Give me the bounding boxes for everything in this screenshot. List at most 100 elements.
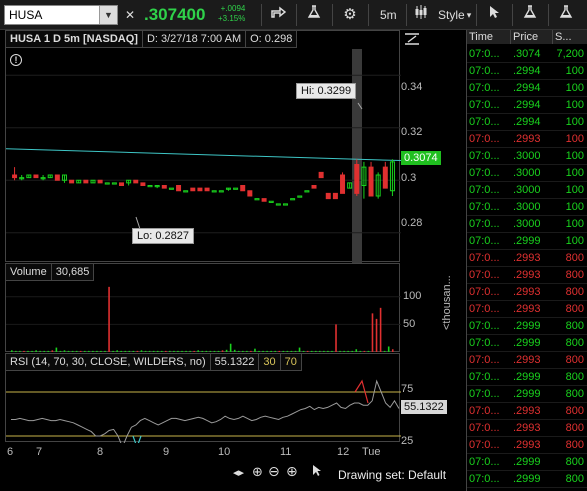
- tns-row[interactable]: 07:0... .2994 100: [467, 80, 587, 97]
- tns-price: .3074: [513, 48, 541, 60]
- tns-row[interactable]: 07:0... .2993 800: [467, 250, 587, 267]
- tns-row[interactable]: 07:0... .2993 800: [467, 267, 587, 284]
- tns-price: .2999: [513, 371, 541, 383]
- flask-icon[interactable]: [554, 5, 578, 25]
- candle-body: [304, 190, 310, 193]
- candle: [126, 179, 132, 186]
- candle-body: [161, 185, 167, 189]
- volume-bar: [233, 349, 236, 352]
- tns-row[interactable]: 07:0... .2999 800: [467, 369, 587, 386]
- volume-bar: [197, 350, 200, 352]
- candle-body: [147, 185, 153, 188]
- chevron-down-icon[interactable]: ▾: [464, 5, 474, 25]
- chevron-down-icon[interactable]: ▼: [99, 6, 117, 24]
- tns-row[interactable]: 07:0... .2993 800: [467, 403, 587, 420]
- tns-row[interactable]: 07:0... .3000 100: [467, 216, 587, 233]
- tns-row[interactable]: 07:0... .2993 800: [467, 352, 587, 369]
- candle: [211, 190, 217, 193]
- tns-header-size[interactable]: S...: [553, 30, 587, 44]
- volume-bar: [201, 350, 204, 352]
- candle: [76, 179, 82, 184]
- tns-row[interactable]: 07:0... .2999 800: [467, 471, 587, 488]
- price-tick: 0.3: [401, 172, 417, 184]
- tns-row[interactable]: 07:0... .2994 100: [467, 114, 587, 131]
- flask-icon[interactable]: [302, 5, 326, 25]
- volume-bar: [225, 349, 228, 352]
- volume-bar: [173, 350, 175, 352]
- timeframe-button[interactable]: 5m: [380, 8, 397, 22]
- volume-bar: [189, 350, 191, 352]
- zoom-out-icon[interactable]: ⊖: [268, 463, 280, 480]
- candle-body: [111, 182, 117, 185]
- share-icon[interactable]: [266, 5, 290, 25]
- candle: [290, 198, 296, 201]
- rsi-value-tag: 55.1322: [401, 400, 447, 414]
- zoom-in-icon[interactable]: ⊕: [286, 463, 298, 480]
- cursor-icon[interactable]: [482, 5, 506, 25]
- volume-bar: [100, 350, 102, 352]
- tns-header-time[interactable]: Time: [467, 30, 511, 44]
- volume-bar: [148, 350, 151, 352]
- tns-row[interactable]: 07:0... .2994 100: [467, 97, 587, 114]
- pan-icon[interactable]: ◂▸: [233, 466, 244, 479]
- tns-size: 800: [565, 422, 584, 434]
- pointer-icon[interactable]: [312, 464, 322, 480]
- tns-price: .2993: [513, 422, 541, 434]
- gear-icon[interactable]: ⚙: [338, 5, 362, 25]
- tns-price: .3000: [513, 201, 541, 213]
- tns-row[interactable]: 07:0... .2993 800: [467, 420, 587, 437]
- tns-time: 07:0...: [469, 218, 500, 230]
- tns-size: 100: [565, 150, 584, 162]
- price-panel[interactable]: HUSA 1 D 5m [NASDAQ] D: 3/27/18 7:00 AM …: [5, 30, 401, 263]
- tns-row[interactable]: 07:0... .2999 800: [467, 454, 587, 471]
- collapse-icon[interactable]: [404, 32, 420, 49]
- candle-body: [54, 174, 60, 181]
- tns-row[interactable]: 07:0... .3000 100: [467, 165, 587, 182]
- symbol-input[interactable]: HUSA ▼: [4, 5, 118, 25]
- drawing-set-button[interactable]: Drawing set: Default: [338, 468, 446, 482]
- tns-row[interactable]: 07:0... .3000 100: [467, 199, 587, 216]
- tns-row[interactable]: 07:0... .3074 7,200: [467, 46, 587, 63]
- volume-bar: [387, 346, 390, 352]
- candle-body: [332, 192, 338, 200]
- tns-row[interactable]: 07:0... .2993 100: [467, 131, 587, 148]
- style-button[interactable]: Style: [438, 8, 465, 22]
- tns-row[interactable]: 07:0... .2994 100: [467, 63, 587, 80]
- tns-price: .2994: [513, 116, 541, 128]
- candle-body: [119, 182, 125, 186]
- tns-header-price[interactable]: Price: [511, 30, 553, 44]
- tns-price: .2994: [513, 65, 541, 77]
- chart-area[interactable]: HUSA 1 D 5m [NASDAQ] D: 3/27/18 7:00 AM …: [0, 30, 466, 491]
- volume-bar: [140, 350, 143, 352]
- tns-row[interactable]: 07:0... .2993 800: [467, 284, 587, 301]
- last-price: .307400: [144, 5, 206, 24]
- volume-bar: [11, 350, 13, 352]
- tns-price: .2999: [513, 235, 541, 247]
- candle: [33, 174, 39, 179]
- volume-panel[interactable]: Volume 30,685: [5, 263, 401, 352]
- tns-row[interactable]: 07:0... .2999 800: [467, 386, 587, 403]
- tns-row[interactable]: 07:0... .2993 800: [467, 437, 587, 454]
- session-highlight: [352, 49, 362, 263]
- tns-row[interactable]: 07:0... .2999 100: [467, 233, 587, 250]
- volume-tick: 50: [403, 318, 416, 330]
- crosshair-icon[interactable]: ⊕: [252, 464, 263, 480]
- tns-price: .3000: [513, 218, 541, 230]
- tns-row[interactable]: 07:0... .2999 800: [467, 335, 587, 352]
- tns-row[interactable]: 07:0... .2999 800: [467, 318, 587, 335]
- volume-bar: [132, 350, 135, 352]
- tns-size: 100: [565, 65, 584, 77]
- rsi-panel[interactable]: RSI (14, 70, 30, CLOSE, WILDERS, no) 55.…: [5, 353, 401, 443]
- volume-bar: [124, 350, 127, 352]
- volume-bar: [314, 350, 317, 352]
- tns-row[interactable]: 07:0... .2993 800: [467, 301, 587, 318]
- candle-body: [254, 198, 260, 201]
- flask-icon[interactable]: [518, 5, 542, 25]
- candle: [111, 182, 117, 185]
- candles-icon[interactable]: [412, 5, 430, 25]
- tns-row[interactable]: 07:0... .3000 100: [467, 148, 587, 165]
- close-icon[interactable]: ✕: [122, 5, 138, 25]
- candle: [297, 195, 303, 198]
- tns-row[interactable]: 07:0... .3000 100: [467, 182, 587, 199]
- tns-size: 800: [565, 337, 584, 349]
